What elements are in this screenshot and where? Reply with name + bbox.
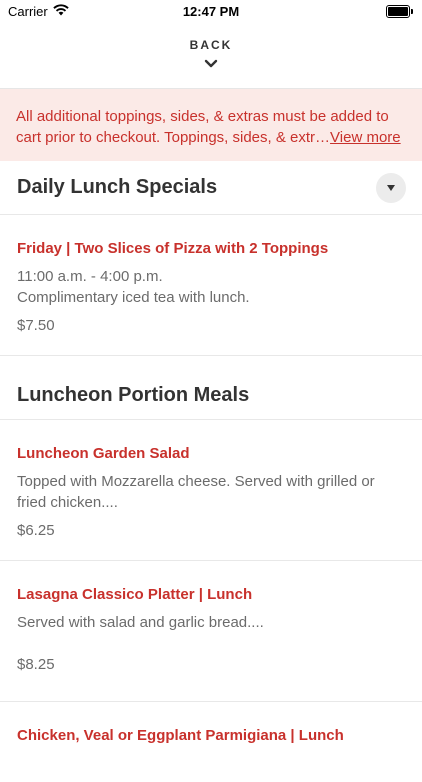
item-description: Topped with Mozzarella cheese. Served wi… (17, 473, 375, 511)
wifi-icon (53, 3, 69, 19)
item-name: Chicken, Veal or Eggplant Parmigiana | L… (17, 727, 344, 744)
menu-item[interactable]: Chicken, Veal or Eggplant Parmigiana | L… (0, 702, 422, 782)
item-name: Friday | Two Slices of Pizza with 2 Topp… (17, 240, 329, 257)
back-label: BACK (189, 37, 233, 52)
menu-item[interactable]: Friday | Two Slices of Pizza with 2 Topp… (0, 215, 422, 356)
item-description: Served with salad and garlic bread.... (17, 614, 264, 631)
collapse-toggle-button[interactable] (376, 172, 406, 203)
battery-icon (386, 4, 413, 18)
item-price: $7.50 (17, 317, 55, 334)
section-header-luncheon-portion-meals: Luncheon Portion Meals (0, 356, 422, 420)
chevron-down-icon (204, 55, 218, 73)
toppings-notice: All additional toppings, sides, & extras… (0, 89, 422, 161)
item-price: $8.25 (17, 656, 55, 673)
carrier-label: Carrier (8, 3, 48, 19)
status-left: Carrier (8, 4, 69, 19)
section-header-daily-lunch-specials[interactable]: Daily Lunch Specials (0, 161, 422, 215)
item-description: 11:00 a.m. - 4:00 p.m. Complimentary ice… (17, 268, 250, 306)
section-title: Daily Lunch Specials (17, 176, 218, 198)
menu-item[interactable]: Luncheon Garden Salad Topped with Mozzar… (0, 420, 422, 561)
menu-item[interactable]: Lasagna Classico Platter | Lunch Served … (0, 561, 422, 702)
status-bar: Carrier 12:47 PM (0, 0, 422, 22)
item-name: Lasagna Classico Platter | Lunch (17, 586, 253, 603)
section-title: Luncheon Portion Meals (17, 384, 250, 406)
item-name: Luncheon Garden Salad (17, 445, 190, 462)
item-price: $6.25 (17, 522, 55, 539)
back-button[interactable]: BACK (0, 22, 422, 89)
view-more-link[interactable]: View more (330, 129, 401, 146)
caret-down-icon (387, 183, 395, 193)
